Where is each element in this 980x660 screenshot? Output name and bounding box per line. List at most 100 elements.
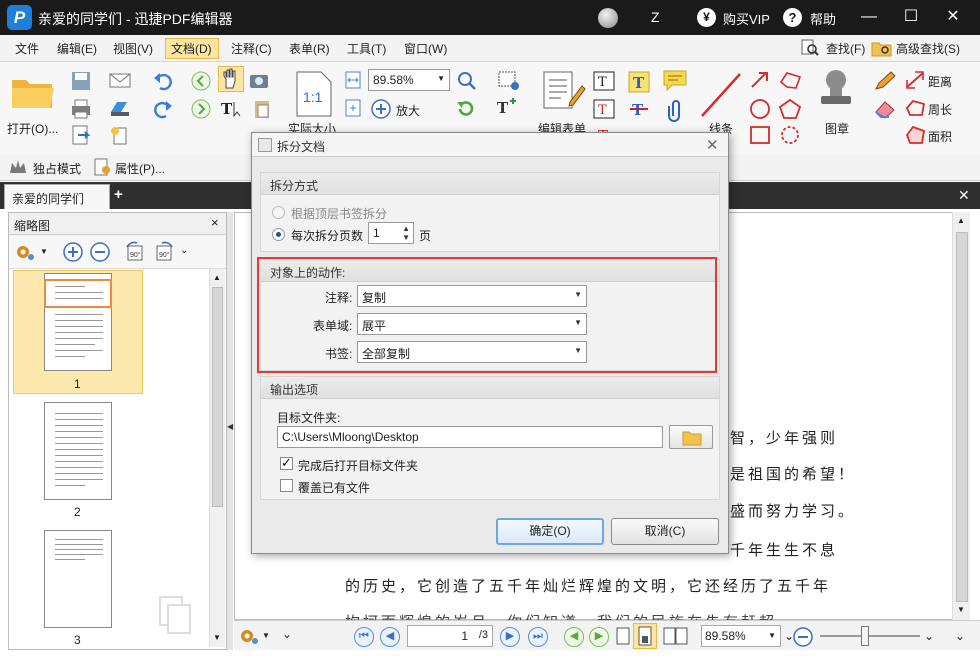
double-chevron-down-icon[interactable]: ⌄ <box>955 629 965 643</box>
thumbnail-scroll-thumb[interactable] <box>212 287 223 507</box>
menu-edit[interactable]: 编辑(E) <box>57 40 97 57</box>
document-tab[interactable]: 亲爱的同学们 <box>4 184 110 209</box>
dialog-close-button[interactable]: ✕ <box>706 136 719 154</box>
paste-icon[interactable] <box>252 98 272 123</box>
perimeter-icon[interactable] <box>904 98 926 121</box>
last-page-button[interactable]: ⏭ <box>528 627 548 647</box>
stamp-label[interactable]: 图章 <box>825 120 849 137</box>
email-icon[interactable] <box>108 70 132 93</box>
actual-size-icon[interactable]: 1:1 <box>293 70 335 121</box>
buy-vip-button[interactable]: 购买VIP <box>723 9 770 28</box>
new-page-icon[interactable] <box>110 126 130 149</box>
select-text-icon[interactable]: T <box>220 98 244 121</box>
strikeout-icon[interactable]: T <box>628 98 650 123</box>
fit-page-icon[interactable] <box>343 98 363 121</box>
zoom-in-thumb-icon[interactable] <box>62 241 84 266</box>
snapshot-icon[interactable] <box>248 70 270 93</box>
zoom-out-thumb-icon[interactable] <box>89 241 111 266</box>
collapse-panel-icon[interactable]: ◀ <box>227 422 233 431</box>
thumbnail-panel-close[interactable]: × <box>211 215 219 230</box>
help-icon[interactable]: ? <box>783 8 802 27</box>
properties-button[interactable]: 属性(P)... <box>115 160 165 177</box>
hand-tool-icon[interactable] <box>218 66 244 92</box>
typewriter-icon[interactable]: T <box>627 70 651 97</box>
double-chevron-down-icon[interactable]: ⌄ <box>180 245 188 256</box>
zoom-slider-track[interactable] <box>820 635 920 637</box>
radio-split-by-pages[interactable] <box>272 228 285 241</box>
continuous-page-icon[interactable] <box>633 623 657 649</box>
rotate-right-icon[interactable]: 90° <box>152 241 176 266</box>
attachment-icon[interactable] <box>666 98 686 125</box>
back-icon[interactable] <box>190 70 212 95</box>
eraser-icon[interactable] <box>873 98 897 123</box>
distance-label[interactable]: 距离 <box>928 73 952 90</box>
print-icon[interactable] <box>70 98 92 123</box>
menu-form[interactable]: 表单(R) <box>289 40 330 57</box>
cloud-tool-icon[interactable] <box>778 124 802 149</box>
forward-icon[interactable] <box>190 98 212 123</box>
open-folder-icon[interactable] <box>10 72 56 115</box>
thumbnail-scrollbar[interactable]: ▲ ▼ <box>209 269 225 647</box>
chevron-down-icon[interactable]: ▼ <box>262 631 270 640</box>
overwrite-checkbox[interactable] <box>280 479 293 492</box>
pages-per-split-stepper[interactable]: 1 ▲ ▼ <box>368 222 414 244</box>
area-icon[interactable] <box>904 124 926 149</box>
export-icon[interactable] <box>70 124 92 149</box>
double-chevron-down-icon[interactable]: ⌄ <box>924 629 934 643</box>
zoom-in-icon[interactable] <box>370 98 392 123</box>
zoom-in-label[interactable]: 放大 <box>396 102 420 119</box>
exclusive-mode-button[interactable]: 独占模式 <box>33 160 81 177</box>
stepper-arrows-icon[interactable]: ▲ ▼ <box>402 224 410 242</box>
ellipse-tool-icon[interactable] <box>749 98 771 123</box>
menu-file[interactable]: 文件 <box>15 40 39 57</box>
fit-width-icon[interactable] <box>343 70 363 93</box>
document-scroll-thumb[interactable] <box>956 232 968 602</box>
back-button[interactable]: ◀ <box>564 627 584 647</box>
open-after-checkbox[interactable] <box>280 455 293 471</box>
ok-button[interactable]: 确定(O) <box>496 518 604 545</box>
advanced-find-button[interactable]: 高级查找(S) <box>896 40 960 57</box>
radio-split-by-bookmark[interactable] <box>272 206 285 219</box>
thumbnail-page-3[interactable] <box>44 530 112 628</box>
text-field-icon[interactable]: T <box>592 70 616 95</box>
redo-icon[interactable] <box>152 98 174 123</box>
z-button[interactable]: Z <box>651 9 660 25</box>
area-label[interactable]: 面积 <box>928 128 952 145</box>
crop-icon[interactable] <box>495 68 521 95</box>
rotate-icon[interactable] <box>455 98 477 123</box>
note-icon[interactable] <box>662 69 688 96</box>
help-button[interactable]: 帮助 <box>810 9 836 28</box>
menu-comment[interactable]: 注释(C) <box>231 40 272 57</box>
zoom-combo[interactable]: 89.58% ▼ <box>368 69 450 91</box>
panel-splitter[interactable]: ◀ <box>227 212 233 650</box>
find-button[interactable]: 查找(F) <box>826 40 865 57</box>
text-box-icon[interactable]: T <box>495 96 521 121</box>
distance-icon[interactable] <box>904 70 926 93</box>
first-page-button[interactable]: ⏮ <box>354 627 374 647</box>
perimeter-label[interactable]: 周长 <box>928 101 952 118</box>
facing-pages-icon[interactable] <box>662 626 690 649</box>
save-icon[interactable] <box>70 70 92 95</box>
open-button[interactable]: 打开(O)... <box>7 120 58 137</box>
yen-icon[interactable]: ¥ <box>697 8 716 27</box>
gear-icon[interactable] <box>238 626 260 649</box>
page-number-field[interactable]: 1 /3 <box>407 625 493 647</box>
zoom-slider-thumb[interactable] <box>861 626 869 646</box>
menu-view[interactable]: 视图(V) <box>113 40 153 57</box>
arrow-tool-icon[interactable] <box>749 70 771 93</box>
scroll-up-icon[interactable]: ▲ <box>957 216 965 225</box>
prev-page-button[interactable]: ◀ <box>380 627 400 647</box>
skin-icon[interactable] <box>598 8 618 28</box>
thumbnail-page-1[interactable] <box>44 273 112 371</box>
line-tool-icon[interactable] <box>698 70 744 123</box>
document-scrollbar[interactable]: ▲ ▼ <box>952 212 970 620</box>
minimize-button[interactable]: — <box>856 6 882 28</box>
pencil-icon[interactable] <box>873 70 897 95</box>
stamp-icon[interactable] <box>815 66 857 117</box>
menu-tools[interactable]: 工具(T) <box>347 40 386 57</box>
scroll-down-icon[interactable]: ▼ <box>957 605 965 614</box>
text-field-red-icon[interactable]: T <box>592 98 616 123</box>
edit-form-icon[interactable] <box>540 68 586 117</box>
rotate-left-icon[interactable]: 90° <box>123 241 147 266</box>
menu-window[interactable]: 窗口(W) <box>404 40 447 57</box>
